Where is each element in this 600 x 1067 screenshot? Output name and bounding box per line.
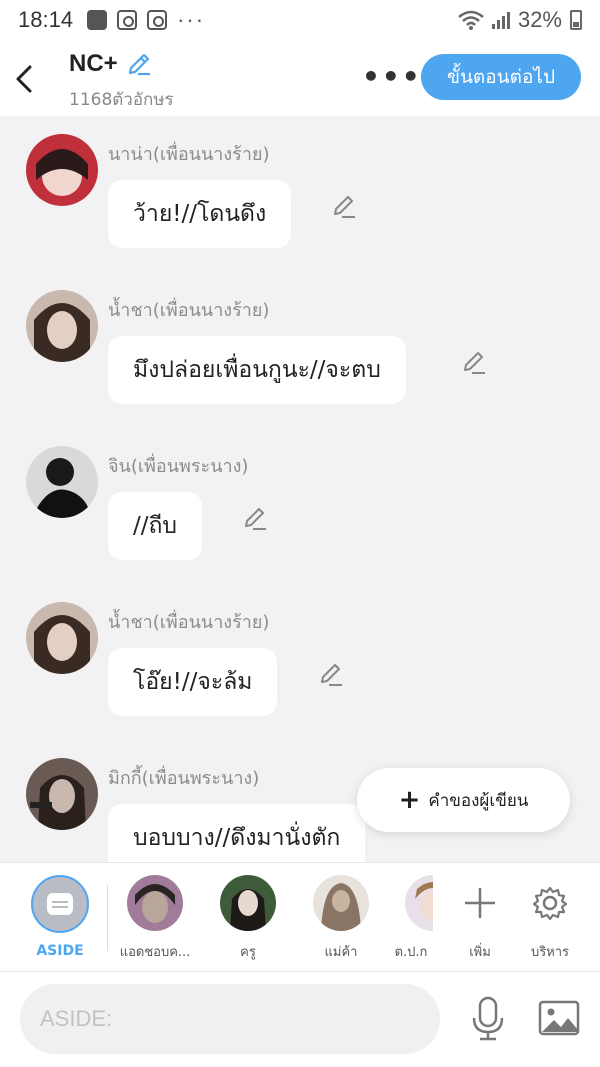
character-label: แอดชอบค... [119, 945, 191, 960]
more-notifications-icon: ··· [177, 7, 206, 32]
sender-name: น้ำชา(เพื่อนนางร้าย) [108, 300, 270, 321]
message-bubble[interactable]: ว้าย!//โดนดึง [108, 180, 292, 248]
header: NC+ 1168ตัวอักษร ••• ขั้นตอนต่อไป [0, 40, 600, 116]
story-title-text: NC+ [69, 50, 118, 77]
add-character-button[interactable]: เพิ่ม [445, 875, 515, 962]
battery-icon [570, 10, 582, 30]
edit-title-icon[interactable] [126, 51, 152, 77]
avatar[interactable] [26, 446, 98, 518]
message-input[interactable] [20, 984, 440, 1054]
character-count: 1168ตัวอักษร [69, 90, 174, 110]
avatar[interactable] [26, 290, 98, 362]
instagram-notification-icon-2 [147, 10, 168, 30]
character-label: ต.ป.ก [394, 945, 428, 960]
message-bubble[interactable]: บอบบาง//ดึงมานั่งตัก [108, 804, 366, 862]
edit-message-icon[interactable] [461, 350, 487, 376]
signal-icon [491, 11, 510, 29]
instagram-notification-icon [117, 10, 138, 30]
character-item[interactable]: แอดชอบค... [110, 875, 200, 962]
message-bubble[interactable]: //ถีบ [108, 492, 203, 560]
edit-message-icon[interactable] [242, 506, 268, 532]
sender-name: นาน่า(เพื่อนนางร้าย) [108, 144, 270, 165]
gallery-notification-icon [87, 10, 108, 30]
tool-label: บริหาร [530, 945, 570, 960]
battery-percent: 32% [517, 7, 562, 32]
character-label: ครู [240, 945, 256, 960]
wifi-icon [458, 10, 484, 30]
back-button[interactable] [14, 58, 44, 94]
character-label: แม่ค้า [324, 945, 358, 960]
character-item[interactable]: ต.ป.ก [389, 875, 433, 962]
plus-icon [465, 888, 495, 918]
tool-label: เพิ่ม [469, 945, 491, 960]
sender-name: น้ำชา(เพื่อนนางร้าย) [108, 612, 270, 633]
author-note-label: คำของผู้เขียน [428, 790, 529, 811]
message-bubble[interactable]: โอ๊ย!//จะล้ม [108, 648, 278, 716]
edit-message-icon[interactable] [318, 662, 344, 688]
avatar[interactable] [26, 134, 98, 206]
avatar [313, 875, 369, 931]
avatar [405, 875, 433, 931]
chevron-left-icon [16, 65, 32, 93]
next-step-button[interactable]: ขั้นตอนต่อไป [421, 54, 581, 100]
sender-name: มิกกี้(เพื่อนพระนาง) [108, 768, 260, 789]
avatar[interactable] [26, 602, 98, 674]
gear-icon [532, 886, 568, 921]
input-bar [0, 972, 600, 1067]
aside-icon [31, 875, 89, 933]
character-label: ASIDE [36, 943, 84, 959]
microphone-icon[interactable] [470, 996, 506, 1042]
message-bubble[interactable]: มึงปล่อยเพื่อนกูนะ//จะตบ [108, 336, 406, 404]
character-selector: ASIDE แอดชอบค... ครู แม่ค้า ต.ป.ก เพิ่ม [0, 862, 600, 972]
plus-icon: + [398, 785, 421, 815]
avatar [220, 875, 276, 931]
character-item[interactable]: แม่ค้า [296, 875, 386, 962]
avatar [127, 875, 183, 931]
avatar[interactable] [26, 758, 98, 830]
manage-characters-button[interactable]: บริหาร [515, 875, 585, 962]
sender-name: จิน(เพื่อนพระนาง) [108, 456, 249, 477]
chat-area[interactable]: นาน่า(เพื่อนนางร้าย) ว้าย!//โดนดึง น้ำชา… [0, 116, 600, 862]
edit-message-icon[interactable] [331, 194, 357, 220]
divider [107, 885, 108, 951]
image-icon[interactable] [538, 1000, 580, 1036]
story-title[interactable]: NC+ [69, 50, 152, 78]
character-item[interactable]: ครู [203, 875, 293, 962]
status-time: 18:14 [18, 7, 74, 32]
status-bar: 18:14 ··· 32% [0, 0, 600, 40]
more-options-button[interactable]: ••• [362, 60, 422, 93]
author-note-button[interactable]: + คำของผู้เขียน [357, 768, 570, 832]
character-aside[interactable]: ASIDE [15, 875, 105, 959]
